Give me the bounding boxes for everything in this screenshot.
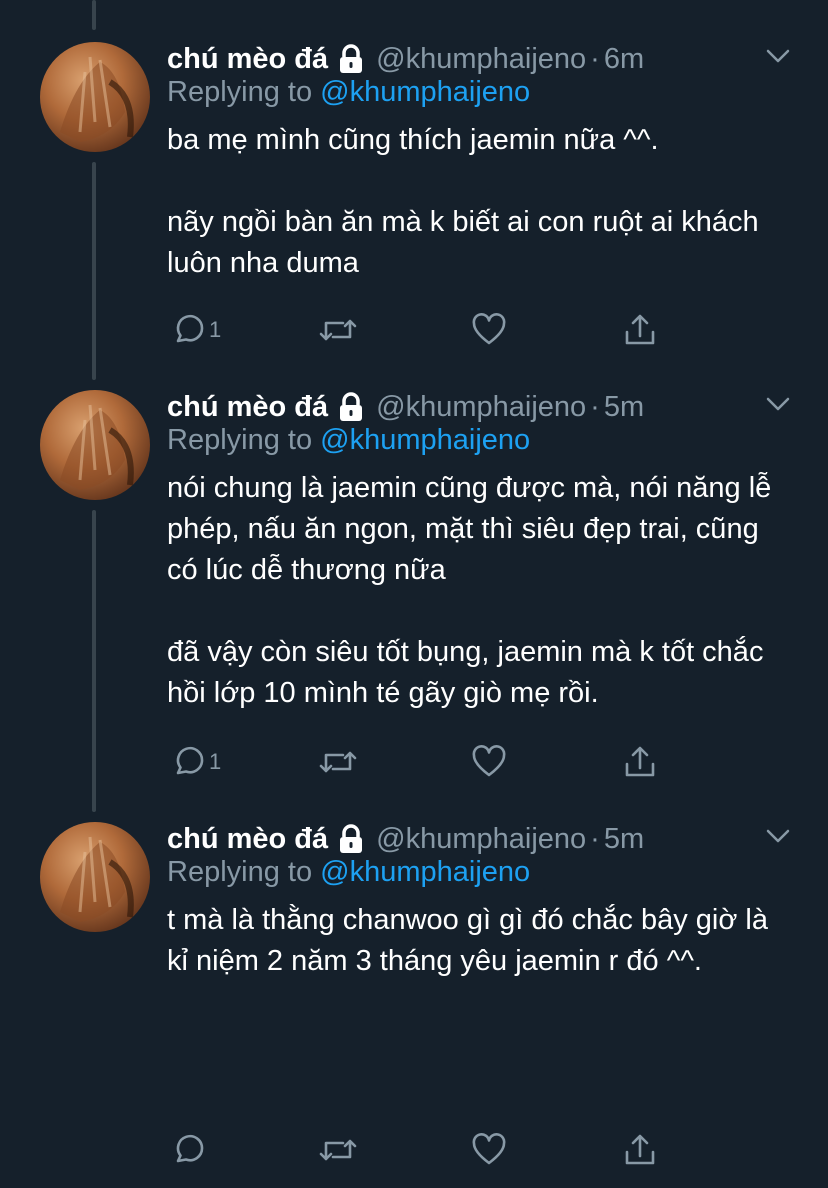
- tweet[interactable]: chú mèo đá @khumphaijeno · 6m Replying t…: [0, 36, 828, 366]
- handle[interactable]: @khumphaijeno: [376, 391, 586, 424]
- separator: ·: [590, 42, 600, 75]
- replying-to-label: Replying to: [167, 424, 313, 456]
- retweet-icon: [319, 319, 357, 341]
- mention-link[interactable]: @khumphaijeno: [320, 856, 530, 888]
- share-button[interactable]: [623, 742, 657, 782]
- like-button[interactable]: [471, 1130, 507, 1170]
- replying-to-label: Replying to: [167, 856, 313, 888]
- avatar[interactable]: [40, 42, 150, 152]
- reply-icon: [176, 746, 204, 775]
- avatar[interactable]: [40, 390, 150, 500]
- like-icon: [472, 745, 506, 777]
- like-icon: [472, 313, 506, 345]
- reply-count: 1: [209, 749, 222, 774]
- mention-link[interactable]: @khumphaijeno: [320, 76, 530, 108]
- timestamp[interactable]: 6m: [604, 43, 644, 76]
- lock-icon: [340, 824, 363, 853]
- thread-line: [92, 0, 96, 30]
- display-name[interactable]: chú mèo đá: [167, 391, 328, 424]
- separator: ·: [590, 390, 600, 423]
- share-button[interactable]: [623, 310, 657, 350]
- replying-to: Replying to @khumphaijeno: [167, 424, 530, 457]
- reply-button[interactable]: 1: [171, 742, 221, 782]
- share-icon: [625, 1134, 655, 1165]
- tweet-text: nói chung là jaemin cũng được mà, nói nă…: [167, 472, 772, 709]
- separator: ·: [590, 822, 600, 855]
- retweet-icon: [319, 751, 357, 773]
- chevron-down-icon[interactable]: [764, 46, 792, 66]
- lock-icon: [340, 392, 363, 421]
- like-button[interactable]: [471, 742, 507, 782]
- like-icon: [472, 1133, 506, 1165]
- share-button[interactable]: [623, 1130, 657, 1170]
- handle[interactable]: @khumphaijeno: [376, 823, 586, 856]
- handle[interactable]: @khumphaijeno: [376, 43, 586, 76]
- tweet[interactable]: chú mèo đá @khumphaijeno · 5m Replying t…: [0, 384, 828, 804]
- chevron-down-icon[interactable]: [764, 394, 792, 414]
- tweet-text: t mà là thằng chanwoo gì gì đó chắc bây …: [167, 904, 777, 977]
- replying-to: Replying to @khumphaijeno: [167, 856, 530, 889]
- display-name[interactable]: chú mèo đá: [167, 43, 328, 76]
- reply-icon: [176, 1134, 204, 1163]
- mention-link[interactable]: @khumphaijeno: [320, 424, 530, 456]
- retweet-button[interactable]: [317, 310, 359, 350]
- tweet-text: ba mẹ mình cũng thích jaemin nữa ^^. nãy…: [167, 124, 759, 279]
- retweet-icon: [319, 1139, 357, 1161]
- retweet-button[interactable]: [317, 742, 359, 782]
- action-bar: 1: [167, 742, 667, 782]
- reply-count: 1: [209, 317, 222, 342]
- replying-to: Replying to @khumphaijeno: [167, 76, 530, 109]
- reply-icon: [176, 314, 204, 343]
- lock-icon: [340, 44, 363, 73]
- tweet[interactable]: chú mèo đá @khumphaijeno · 5m Replying t…: [0, 816, 828, 1176]
- action-bar: 1: [167, 310, 667, 350]
- timestamp[interactable]: 5m: [604, 823, 644, 856]
- reply-button[interactable]: 1: [171, 310, 221, 350]
- share-icon: [625, 746, 655, 777]
- action-bar: [167, 1130, 667, 1170]
- avatar[interactable]: [40, 822, 150, 932]
- timestamp[interactable]: 5m: [604, 391, 644, 424]
- like-button[interactable]: [471, 310, 507, 350]
- display-name[interactable]: chú mèo đá: [167, 823, 328, 856]
- reply-button[interactable]: [171, 1130, 209, 1170]
- replying-to-label: Replying to: [167, 76, 313, 108]
- chevron-down-icon[interactable]: [764, 826, 792, 846]
- retweet-button[interactable]: [317, 1130, 359, 1170]
- share-icon: [625, 314, 655, 345]
